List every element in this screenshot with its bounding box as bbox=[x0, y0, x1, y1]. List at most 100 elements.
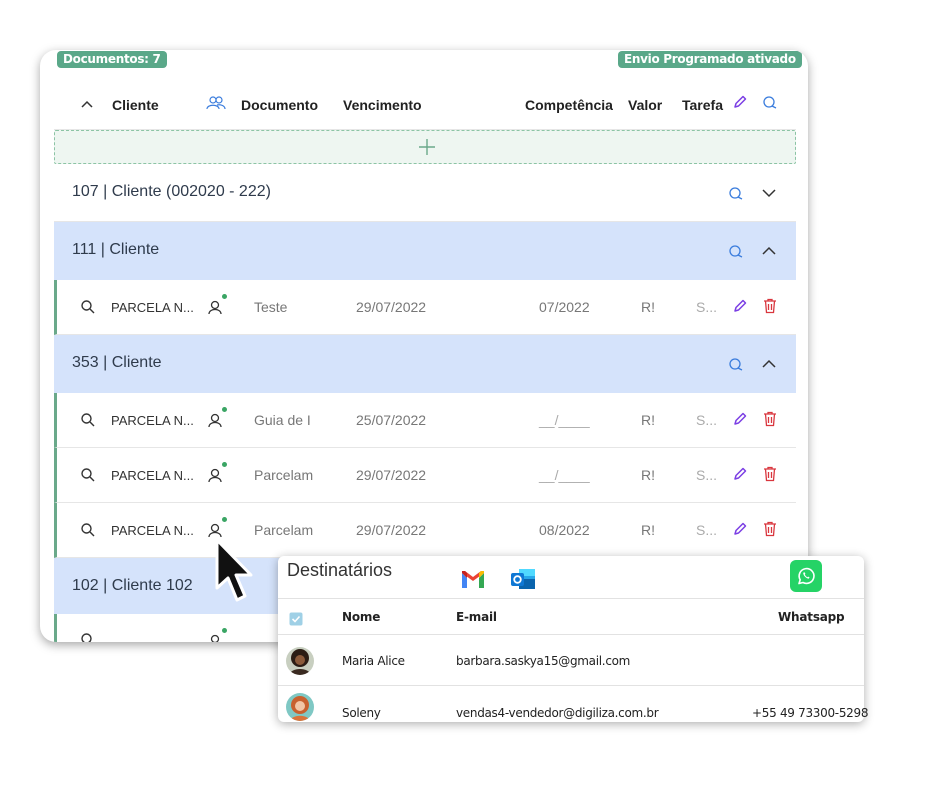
row-tarefa: S... bbox=[696, 522, 718, 538]
row-competencia: 08/2022 bbox=[539, 522, 590, 538]
row-valor: R! bbox=[641, 412, 655, 428]
trash-icon[interactable] bbox=[763, 411, 777, 427]
recipient-nome: Soleny bbox=[342, 706, 381, 720]
pencil-icon[interactable] bbox=[732, 298, 748, 314]
users-icon[interactable] bbox=[206, 95, 226, 111]
chevron-up-icon[interactable] bbox=[81, 99, 93, 109]
status-dot bbox=[222, 628, 227, 633]
user-icon[interactable] bbox=[208, 298, 226, 316]
table-header: Cliente Documento Vencimento Competência… bbox=[54, 78, 796, 130]
row-documento: Teste bbox=[254, 299, 288, 315]
status-dot bbox=[222, 462, 227, 467]
documents-count-badge: Documentos: 7 bbox=[57, 51, 167, 68]
recipients-popup: Destinatários Nome E-mail Whatsapp Maria… bbox=[278, 556, 868, 722]
row-valor: R! bbox=[641, 299, 655, 315]
trash-icon[interactable] bbox=[763, 298, 777, 314]
row-competencia: __/____ bbox=[539, 467, 590, 483]
status-dot bbox=[222, 407, 227, 412]
chevron-down-icon[interactable] bbox=[762, 188, 776, 198]
outlook-icon[interactable] bbox=[509, 566, 537, 592]
table-row[interactable]: PARCELA N... Parcelam 29/07/2022 08/2022… bbox=[54, 503, 796, 558]
col-tarefa[interactable]: Tarefa bbox=[682, 97, 723, 113]
row-vencimento: 29/07/2022 bbox=[356, 299, 427, 315]
user-icon[interactable] bbox=[208, 521, 226, 539]
col-email: E-mail bbox=[456, 610, 497, 624]
client-group-title: 353 | Cliente bbox=[72, 354, 162, 371]
col-whatsapp: Whatsapp bbox=[778, 610, 845, 624]
row-vencimento: 29/07/2022 bbox=[356, 467, 427, 483]
scheduled-send-badge: Envio Programado ativado bbox=[618, 51, 802, 68]
chat-icon[interactable] bbox=[728, 186, 744, 201]
row-tipo: PARCELA N... bbox=[111, 468, 194, 483]
avatar bbox=[286, 693, 314, 721]
documents-card: Documentos: 7 Envio Programado ativado C… bbox=[40, 50, 808, 642]
row-valor: R! bbox=[641, 467, 655, 483]
recipient-nome: Maria Alice bbox=[342, 654, 405, 668]
avatar bbox=[286, 647, 314, 675]
chat-icon[interactable] bbox=[728, 244, 744, 259]
client-group-title: 102 | Cliente 102 bbox=[72, 577, 193, 594]
pencil-icon[interactable] bbox=[732, 94, 748, 110]
status-dot bbox=[222, 517, 227, 522]
client-group[interactable]: 111 | Cliente bbox=[54, 222, 796, 280]
client-group-title: 111 | Cliente bbox=[72, 241, 160, 258]
row-valor: R! bbox=[641, 522, 655, 538]
row-vencimento: 29/07/2022 bbox=[356, 522, 427, 538]
recipient-email: barbara.saskya15@gmail.com bbox=[456, 654, 631, 668]
client-group-title: 107 | Cliente (002020 - 222) bbox=[72, 183, 271, 200]
trash-icon[interactable] bbox=[763, 521, 777, 537]
row-tipo: PARCELA N... bbox=[111, 523, 194, 538]
row-vencimento: 25/07/2022 bbox=[356, 412, 427, 428]
client-group[interactable]: 353 | Cliente bbox=[54, 335, 796, 393]
gmail-icon[interactable] bbox=[460, 569, 486, 589]
recipient-email: vendas4-vendedor@digiliza.com.br bbox=[456, 706, 659, 720]
client-group[interactable]: 107 | Cliente (002020 - 222) bbox=[54, 164, 796, 222]
whatsapp-icon[interactable] bbox=[790, 560, 822, 592]
row-documento: Parcelam bbox=[254, 467, 314, 483]
row-competencia: __/____ bbox=[539, 412, 590, 428]
search-icon[interactable] bbox=[80, 412, 96, 428]
col-valor[interactable]: Valor bbox=[628, 97, 662, 113]
status-dot bbox=[222, 294, 227, 299]
row-tarefa: S... bbox=[696, 412, 718, 428]
row-competencia: 07/2022 bbox=[539, 299, 590, 315]
divider bbox=[278, 598, 864, 599]
chevron-up-icon[interactable] bbox=[762, 246, 776, 256]
search-icon[interactable] bbox=[80, 467, 96, 483]
add-document-row[interactable] bbox=[54, 130, 796, 164]
pencil-icon[interactable] bbox=[732, 521, 748, 537]
row-documento: Parcelam bbox=[254, 522, 314, 538]
table-row[interactable]: PARCELA N... Parcelam 29/07/2022 __/____… bbox=[54, 448, 796, 503]
chat-icon[interactable] bbox=[728, 357, 744, 372]
select-all-checkbox[interactable] bbox=[289, 612, 303, 626]
row-tipo: PARCELA N... bbox=[111, 300, 194, 315]
col-documento[interactable]: Documento bbox=[241, 97, 318, 113]
user-icon[interactable] bbox=[208, 632, 226, 642]
row-tarefa: S... bbox=[696, 467, 718, 483]
search-icon[interactable] bbox=[80, 632, 96, 642]
search-icon[interactable] bbox=[80, 299, 96, 315]
trash-icon[interactable] bbox=[763, 466, 777, 482]
col-nome: Nome bbox=[342, 610, 381, 624]
row-documento: Guia de I bbox=[254, 412, 311, 428]
pencil-icon[interactable] bbox=[732, 466, 748, 482]
table-row[interactable]: PARCELA N... Teste 29/07/2022 07/2022 R!… bbox=[54, 280, 796, 335]
pencil-icon[interactable] bbox=[732, 411, 748, 427]
chevron-up-icon[interactable] bbox=[762, 359, 776, 369]
popup-title: Destinatários bbox=[287, 560, 393, 580]
recipient-whatsapp: +55 49 73300-5298 bbox=[752, 706, 869, 720]
col-competencia[interactable]: Competência bbox=[525, 97, 613, 113]
divider bbox=[278, 634, 864, 635]
user-icon[interactable] bbox=[208, 411, 226, 429]
chat-icon[interactable] bbox=[762, 95, 778, 110]
user-icon[interactable] bbox=[208, 466, 226, 484]
mouse-cursor-icon bbox=[215, 538, 253, 602]
row-tipo: PARCELA N... bbox=[111, 413, 194, 428]
col-cliente[interactable]: Cliente bbox=[112, 97, 159, 113]
row-tarefa: S... bbox=[696, 299, 718, 315]
search-icon[interactable] bbox=[80, 522, 96, 538]
divider bbox=[278, 685, 864, 686]
plus-icon[interactable] bbox=[417, 137, 437, 157]
col-vencimento[interactable]: Vencimento bbox=[343, 97, 422, 113]
table-row[interactable]: PARCELA N... Guia de I 25/07/2022 __/___… bbox=[54, 393, 796, 448]
